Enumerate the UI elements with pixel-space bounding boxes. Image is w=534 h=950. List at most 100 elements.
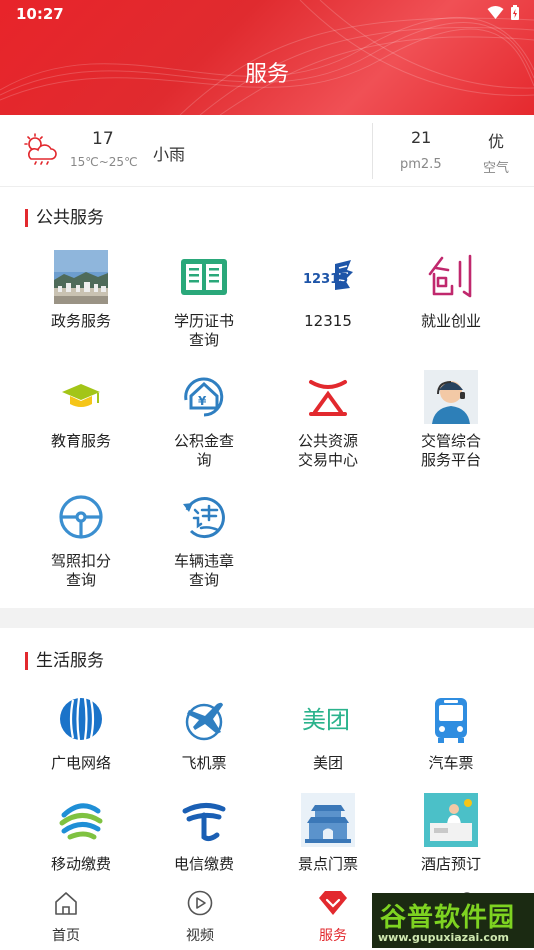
section-separator [0,608,534,628]
service-label: 飞机票 [181,754,227,772]
weather-range: 15℃~25℃ [70,155,138,169]
play-icon [187,890,213,916]
service-meituan[interactable]: 美团 美团 [266,692,390,773]
graduation-cap-icon [62,384,100,407]
service-bus-ticket[interactable]: 汽车票 [389,692,513,773]
weather-condition: 小雨 [153,145,186,164]
service-label: 交管综合 服务平台 [389,432,513,470]
service-mobile-pay[interactable]: 移动缴费 [19,793,143,874]
housing-fund-icon: ¥ [184,377,224,417]
wifi-icon [487,6,504,19]
certificate-book-icon [181,259,227,295]
airplane-icon [185,702,223,741]
section-title-life: 生活服务 [25,652,104,670]
status-icons [487,5,520,21]
service-label: 教育服务 [50,432,111,450]
cloud-rain-weather-icon [24,133,57,165]
label-line1: 车辆违章 [173,552,234,570]
nav-home[interactable]: 首页 [26,889,106,945]
weather-temperature: 17 [92,129,114,149]
label-line2: 查询 [188,571,219,589]
service-label: 驾照扣分 查询 [19,552,143,590]
label-line1: 驾照扣分 [50,552,111,570]
chuang-character-icon [428,254,472,298]
nav-video[interactable]: 视频 [160,889,240,945]
service-label: 移动缴费 [50,855,111,873]
service-resource-trading[interactable]: 公共资源 交易中心 [266,370,390,470]
watermark-url: www.gupuxiazai.com [378,931,509,944]
service-label: 酒店预订 [420,855,481,873]
service-license-points[interactable]: 驾照扣分 查询 [19,490,143,590]
service-label: 车辆违章 查询 [142,552,266,590]
label-line2: 交易中心 [297,451,358,469]
service-gov[interactable]: 政务服务 [19,250,143,331]
hotel-reception-icon [424,793,478,847]
watermark-text: 谷普软件园 [380,903,516,933]
air-quality-label: 空气 [483,161,510,176]
nav-label: 服务 [319,928,347,944]
service-flight[interactable]: 飞机票 [142,692,266,773]
consumer-hotline-12315-icon: 12315 [303,260,353,290]
service-label: 学历证书 查询 [142,312,266,350]
service-employment[interactable]: 就业创业 [389,250,513,331]
violation-icon [183,497,225,539]
label-line1: 公共资源 [297,432,358,450]
label-line1: 公积金查 [173,432,234,450]
label-line2: 查询 [188,331,219,349]
service-scenic-tickets[interactable]: 景点门票 [266,793,390,874]
service-traffic-platform[interactable]: 交管综合 服务平台 [389,370,513,470]
svg-text:12315: 12315 [303,272,348,287]
service-label: 广电网络 [50,754,111,772]
nav-label: 视频 [186,928,214,944]
service-label: 景点门票 [297,855,358,873]
broadcast-network-icon [60,697,102,741]
service-label: 政务服务 [50,312,111,330]
label-line1: 交管综合 [420,432,481,450]
section-title-public: 公共服务 [25,209,104,227]
service-label: 公共资源 交易中心 [266,432,390,470]
svg-text:¥: ¥ [198,394,207,408]
weather-panel[interactable]: 17 15℃~25℃ 小雨 21 pm2.5 优 空气 [0,115,534,187]
china-mobile-icon [59,803,103,840]
steering-wheel-icon [59,495,103,539]
service-education[interactable]: 教育服务 [19,370,143,451]
service-label: 公积金查询 [142,432,266,470]
label-line2: 服务平台 [420,451,481,469]
traffic-officer-icon [424,370,478,424]
scenic-gate-icon [301,793,355,847]
home-icon [55,892,77,915]
nav-services[interactable]: 服务 [293,889,373,945]
service-12315[interactable]: 12315 12315 [266,250,390,331]
service-housing-fund[interactable]: ¥ 公积金查询 [142,370,266,470]
aqi-label: pm2.5 [400,157,442,172]
service-label: 汽车票 [428,754,474,772]
service-telecom-pay[interactable]: 电信缴费 [142,793,266,874]
bus-icon [435,698,467,743]
watermark: 谷普软件园 www.gupuxiazai.com [372,893,534,948]
header-bar: 10:27 服务 [0,0,534,115]
china-telecom-icon [182,803,226,842]
page-title: 服务 [244,62,289,87]
meituan-logo-text: 美团 [302,706,350,734]
city-photo-icon [54,250,108,304]
service-diploma[interactable]: 学历证书 查询 [142,250,266,350]
service-broadcast[interactable]: 广电网络 [19,692,143,773]
battery-icon [511,5,519,20]
meituan-logo-icon: 美团 [301,692,355,746]
trading-center-logo-icon [309,380,347,416]
service-violation[interactable]: 车辆违章 查询 [142,490,266,590]
gem-icon [319,891,347,915]
status-time: 10:27 [16,5,64,23]
service-label: 12315 [304,312,352,330]
label-line2: 查询 [65,571,96,589]
service-label: 就业创业 [420,312,481,330]
service-label: 电信缴费 [173,855,234,873]
aqi-value: 21 [411,128,432,147]
nav-label: 首页 [52,928,80,944]
service-hotel[interactable]: 酒店预订 [389,793,513,874]
weather-divider [372,123,373,179]
air-quality-value: 优 [488,132,505,151]
label-line1: 学历证书 [173,312,234,330]
service-label: 美团 [312,754,343,772]
label-line2: 询 [196,451,212,469]
